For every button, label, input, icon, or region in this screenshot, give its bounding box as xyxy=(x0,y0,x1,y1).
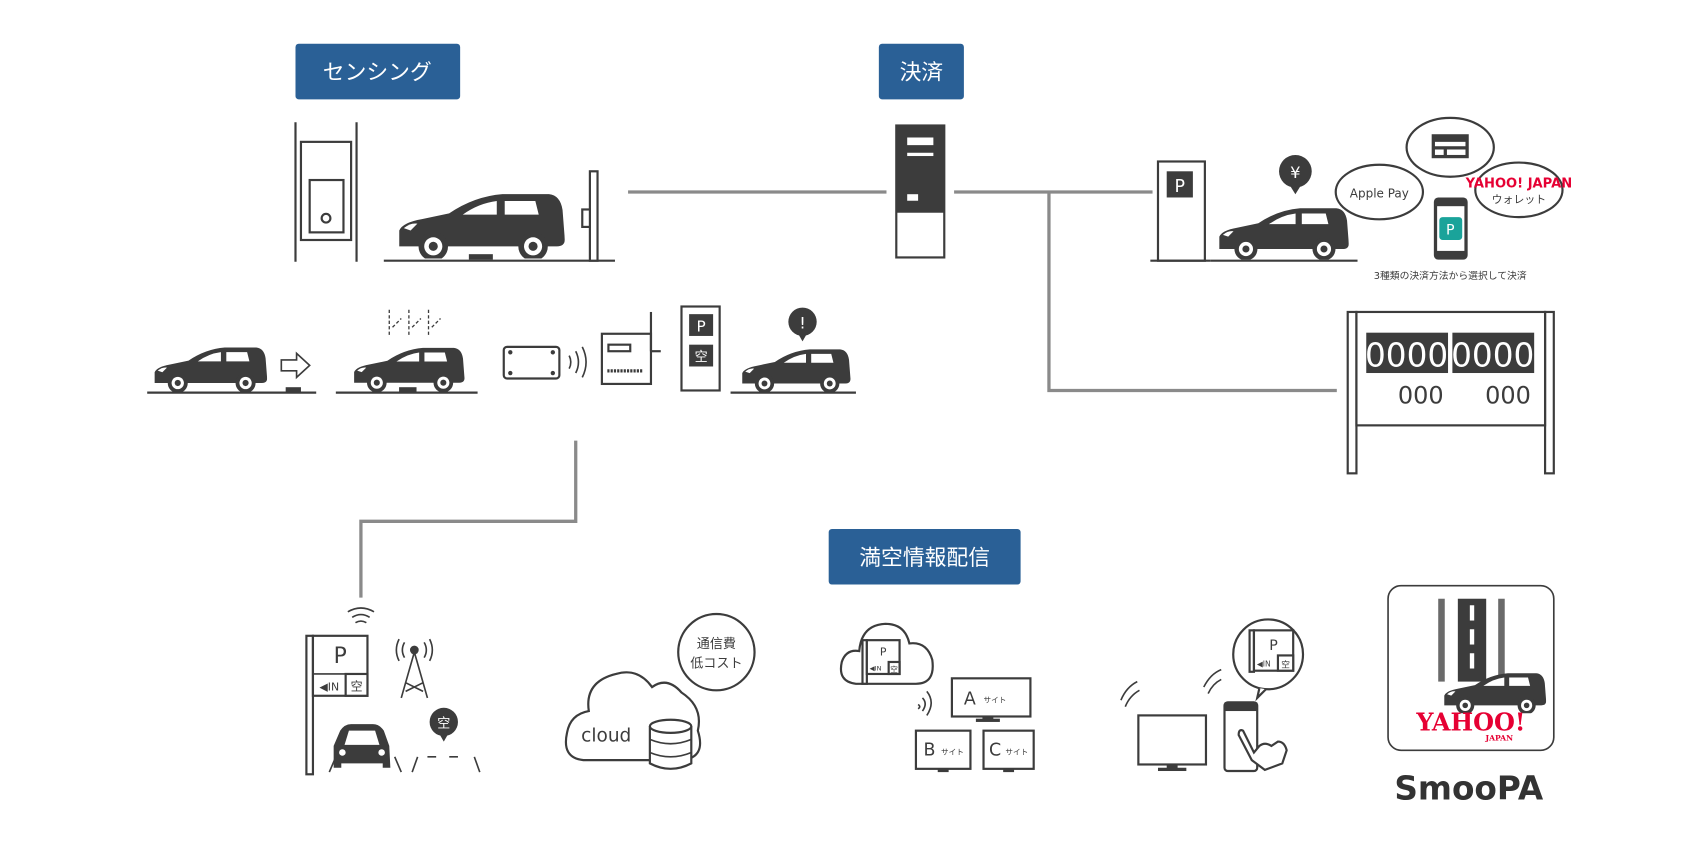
svg-text:◀IN: ◀IN xyxy=(870,665,882,673)
magnetic-sensor-icon xyxy=(502,345,587,380)
svg-text:0000: 0000 xyxy=(1365,336,1448,374)
credit-card-bubble xyxy=(1405,116,1495,178)
svg-text:◀IN: ◀IN xyxy=(1257,659,1271,668)
svg-text:!: ! xyxy=(799,313,806,332)
header-payment: 決済 xyxy=(878,43,964,100)
svg-text:決済: 決済 xyxy=(900,61,944,86)
svg-text:SmooPA: SmooPA xyxy=(1394,769,1544,807)
svg-text:空: 空 xyxy=(890,664,898,674)
svg-text:P: P xyxy=(697,318,706,336)
svg-text:A: A xyxy=(964,689,976,709)
svg-text:B: B xyxy=(924,741,936,761)
svg-text:空: 空 xyxy=(1281,658,1290,670)
svg-text:空: 空 xyxy=(695,349,708,365)
svg-text:Apple Pay: Apple Pay xyxy=(1350,186,1409,200)
system-diagram: センシング 決済 満空情報配信 P ¥ Apple Pay YAHOO! JAP… xyxy=(147,43,1572,807)
svg-text:P: P xyxy=(334,644,347,669)
svg-text:YAHOO! JAPAN: YAHOO! JAPAN xyxy=(1465,177,1572,192)
svg-text:¥: ¥ xyxy=(1290,163,1300,182)
smoopa-logo: YAHOO! JAPAN SmooPA xyxy=(1387,584,1555,807)
svg-text:通信費: 通信費 xyxy=(697,636,736,652)
site-b-monitor-icon: B サイト xyxy=(914,729,972,773)
svg-text:低コスト: 低コスト xyxy=(690,655,742,671)
parked-car-alert-icon: ! xyxy=(730,307,856,394)
svg-text:センシング: センシング xyxy=(323,61,432,86)
svg-text:ウォレット: ウォレット xyxy=(1492,193,1546,206)
car-being-sensed-icon xyxy=(335,307,478,394)
header-sensing: センシング xyxy=(295,43,461,100)
vacant-road-marker-icon: 空 xyxy=(411,707,481,773)
svg-text:P: P xyxy=(880,645,887,658)
availability-display-board: 0000 0000 000 000 xyxy=(1346,310,1555,475)
paying-car-icon: ¥ xyxy=(1210,154,1358,262)
pc-monitor-icon xyxy=(1120,680,1208,772)
svg-text:P: P xyxy=(1269,638,1278,654)
svg-text:C: C xyxy=(989,741,1001,761)
svg-text:YAHOO!: YAHOO! xyxy=(1415,708,1525,737)
site-c-monitor-icon: C サイト xyxy=(982,729,1035,773)
smartphone-touch-icon: P ◀IN 空 xyxy=(1203,618,1305,773)
low-cost-bubble: 通信費 低コスト xyxy=(677,612,756,692)
car-approaching-icon xyxy=(147,347,317,394)
site-a-monitor-icon: A サイト xyxy=(950,677,1032,722)
smartphone-pay-icon: P xyxy=(1433,197,1468,260)
svg-text:000: 000 xyxy=(1485,382,1531,410)
parking-vacancy-sign-icon: P 空 xyxy=(680,305,721,392)
svg-text:サイト: サイト xyxy=(1005,748,1028,757)
cell-tower-icon xyxy=(395,638,434,699)
svg-text:空: 空 xyxy=(351,679,363,693)
svg-text:◀IN: ◀IN xyxy=(319,680,339,693)
svg-text:0000: 0000 xyxy=(1451,336,1534,374)
gate-sensor-icon xyxy=(294,122,358,262)
header-availability: 満空情報配信 xyxy=(828,528,1021,585)
svg-text:JAPAN: JAPAN xyxy=(1484,733,1513,742)
apple-pay-bubble: Apple Pay xyxy=(1334,163,1425,221)
svg-text:P: P xyxy=(1446,223,1455,239)
svg-text:空: 空 xyxy=(437,715,450,731)
cloud-sign-icon: P ◀IN 空 xyxy=(839,622,934,716)
payment-machine-icon xyxy=(895,124,946,259)
svg-text:満空情報配信: 満空情報配信 xyxy=(859,546,990,571)
payment-caption: 3種類の決済方法から選択して決済 xyxy=(1374,269,1527,282)
car-front-icon xyxy=(328,724,403,773)
svg-text:cloud: cloud xyxy=(581,726,631,747)
svg-text:サイト: サイト xyxy=(941,748,964,757)
yahoo-wallet-bubble: YAHOO! JAPAN ウォレット xyxy=(1465,161,1572,219)
svg-text:P: P xyxy=(1175,177,1186,197)
parking-pay-station-icon: P xyxy=(1150,160,1211,262)
car-at-gate-icon xyxy=(383,170,615,262)
cloud-database-icon: cloud xyxy=(564,671,702,770)
svg-text:サイト: サイト xyxy=(984,695,1007,704)
svg-text:000: 000 xyxy=(1398,382,1444,410)
gateway-device-icon xyxy=(600,311,661,386)
